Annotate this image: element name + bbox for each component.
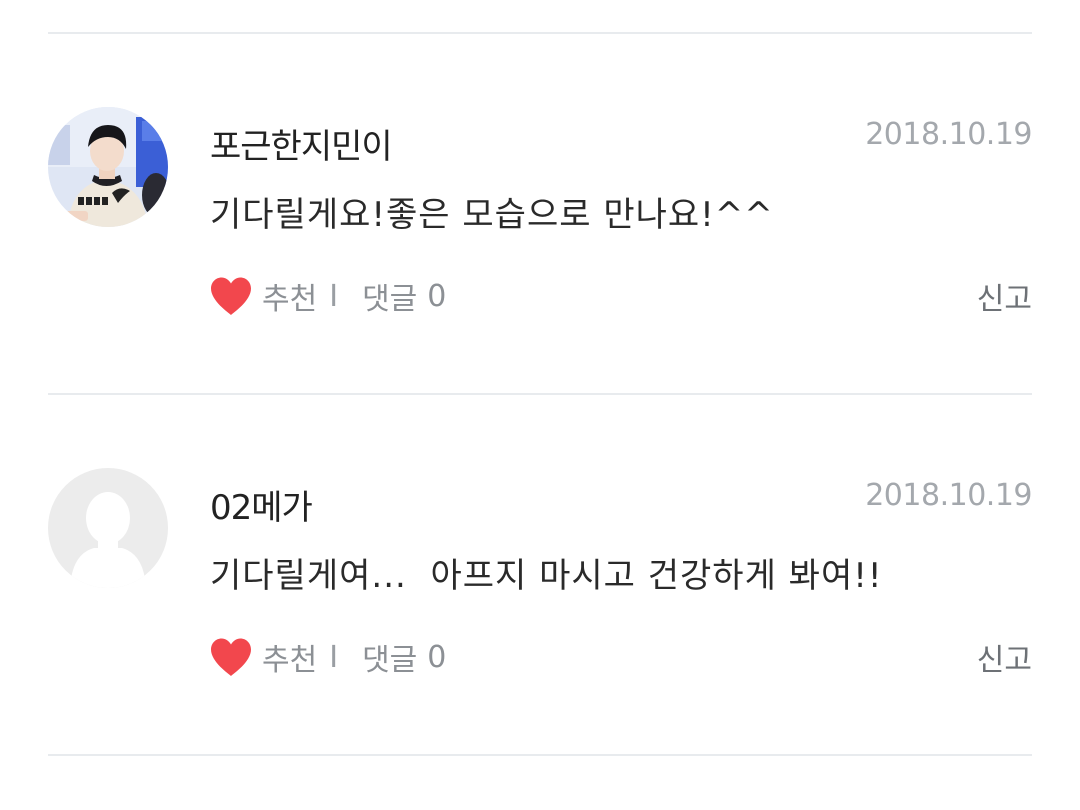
user-silhouette-icon	[48, 468, 168, 588]
avatar[interactable]	[48, 468, 168, 588]
avatar[interactable]	[48, 107, 168, 227]
comment-date: 2018.10.19	[865, 117, 1032, 152]
comment-actions: 추천 I 댓글 0	[208, 274, 446, 318]
like-label[interactable]: 추천	[262, 274, 317, 318]
like-label[interactable]: 추천	[262, 635, 317, 679]
comment-text: 기다릴게여... 아프지 마시고 건강하게 봐여!!	[210, 556, 883, 596]
like-button[interactable]	[208, 635, 254, 679]
heart-icon	[211, 277, 251, 315]
comment-text: 기다릴게요!좋은 모습으로 만나요!^^	[210, 195, 774, 235]
action-separator: I	[329, 278, 339, 314]
reply-count: 0	[427, 639, 447, 675]
user-photo-icon	[48, 107, 168, 227]
report-button[interactable]: 신고	[977, 635, 1032, 679]
comment-divider	[48, 754, 1032, 756]
reply-button[interactable]: 댓글 0	[362, 635, 446, 679]
reply-button[interactable]: 댓글 0	[362, 274, 446, 318]
comment-date: 2018.10.19	[865, 478, 1032, 513]
top-divider	[48, 32, 1032, 34]
report-button[interactable]: 신고	[977, 274, 1032, 318]
comment-author: 02메가	[210, 488, 313, 528]
like-button[interactable]	[208, 274, 254, 318]
action-separator: I	[329, 639, 339, 675]
comment-actions: 추천 I 댓글 0	[208, 635, 446, 679]
reply-label: 댓글	[362, 643, 418, 678]
comment-item: 포근한지민이 2018.10.19 기다릴게요!좋은 모습으로 만나요!^^ 추…	[0, 107, 1080, 407]
comment-item: 02메가 2018.10.19 기다릴게여... 아프지 마시고 건강하게 봐여…	[0, 468, 1080, 768]
comment-author: 포근한지민이	[210, 127, 393, 167]
heart-icon	[211, 638, 251, 676]
comment-divider	[48, 393, 1032, 395]
reply-label: 댓글	[362, 282, 418, 317]
reply-count: 0	[427, 278, 447, 314]
